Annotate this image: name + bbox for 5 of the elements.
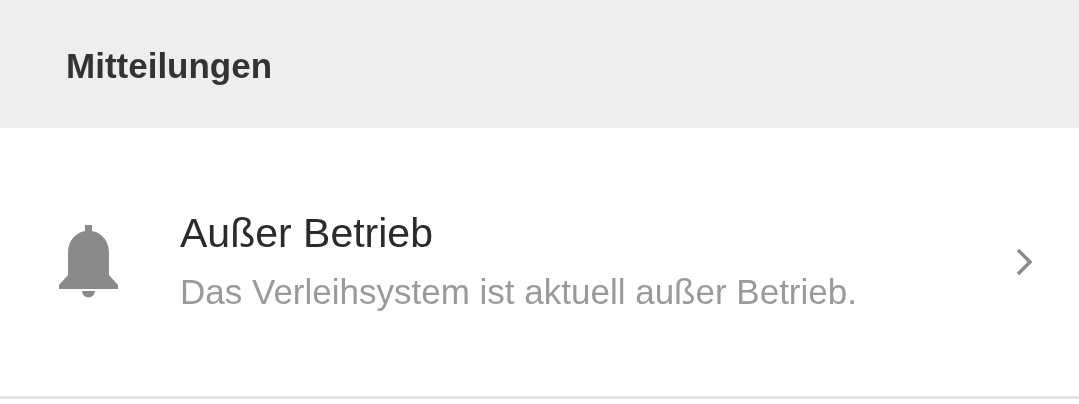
notification-title: Außer Betrieb [180, 209, 434, 258]
notification-message: Das Verleihsystem ist aktuell außer Betrieb. [180, 271, 858, 313]
section-title: Mitteilungen [66, 44, 273, 87]
bell-icon [57, 225, 120, 299]
chevron-right-icon [1016, 248, 1032, 276]
